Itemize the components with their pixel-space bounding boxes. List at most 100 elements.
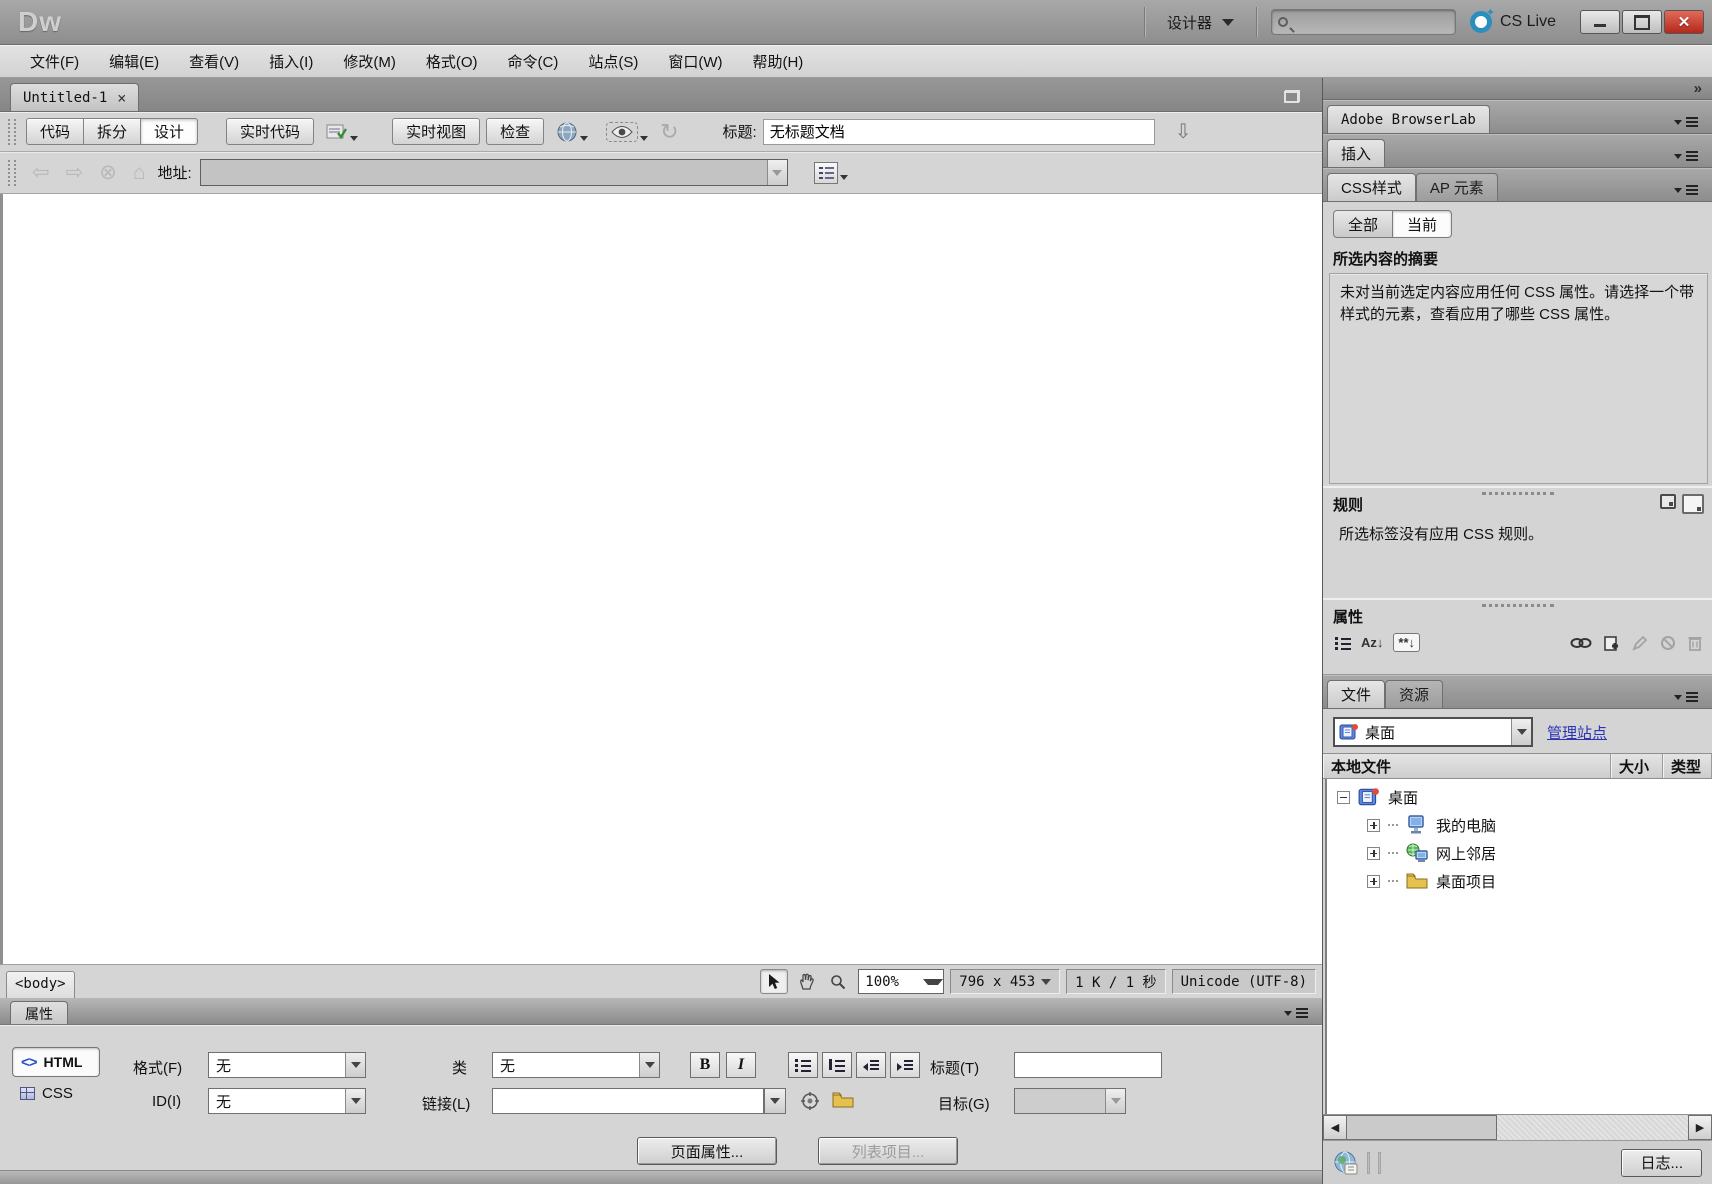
tree-row-desktop-items[interactable]: 桌面项目 — [1327, 867, 1712, 895]
visual-aids-button[interactable] — [600, 118, 654, 145]
point-to-file-icon[interactable] — [800, 1091, 820, 1111]
new-rule-icon[interactable] — [1604, 635, 1620, 651]
close-button[interactable] — [1664, 10, 1704, 34]
unordered-list-button[interactable] — [788, 1052, 818, 1078]
refresh-icon[interactable]: ↻ — [660, 119, 678, 145]
ap-elements-tab[interactable]: AP 元素 — [1415, 173, 1498, 201]
cascade-windows-icon[interactable] — [1284, 90, 1300, 103]
section-drag-handle[interactable] — [1481, 604, 1554, 607]
zoom-dropdown-button[interactable] — [923, 970, 944, 993]
expand-expander-icon[interactable] — [1367, 874, 1380, 888]
address-dropdown-button[interactable] — [766, 160, 787, 185]
panel-menu-icon[interactable] — [1674, 117, 1698, 127]
menu-site[interactable]: 站点(S) — [574, 46, 652, 77]
panel-menu-icon[interactable] — [1674, 151, 1698, 161]
address-input[interactable] — [200, 164, 767, 181]
class-dropdown-button[interactable] — [639, 1053, 659, 1077]
html-mode-button[interactable]: <> HTML — [12, 1047, 100, 1077]
address-combo[interactable] — [199, 159, 788, 186]
collapse-expander-icon[interactable] — [1337, 790, 1350, 804]
bold-button[interactable]: B — [690, 1052, 720, 1078]
format-dropdown-button[interactable] — [345, 1053, 365, 1077]
menu-help[interactable]: 帮助(H) — [738, 46, 817, 77]
select-tool[interactable] — [760, 969, 789, 994]
css-mode-button[interactable]: CSS — [12, 1085, 104, 1102]
files-tab[interactable]: 文件 — [1327, 680, 1386, 708]
show-category-view-icon[interactable] — [1335, 636, 1351, 650]
home-icon[interactable]: ⌂ — [129, 161, 150, 185]
italic-button[interactable]: I — [726, 1052, 756, 1078]
css-all-button[interactable]: 全部 — [1333, 210, 1393, 238]
tree-row-my-computer[interactable]: 我的电脑 — [1327, 811, 1712, 839]
panel-menu-icon[interactable] — [1284, 1008, 1308, 1018]
design-canvas[interactable] — [0, 194, 1322, 964]
search-input[interactable] — [1293, 14, 1434, 30]
live-view-button[interactable]: 实时视图 — [392, 118, 481, 145]
insert-tab[interactable]: 插入 — [1327, 139, 1386, 167]
split-view-button[interactable]: 拆分 — [83, 118, 141, 145]
sort-custom-icon[interactable]: **↓ — [1393, 633, 1421, 652]
resize-grip[interactable] — [1378, 1151, 1381, 1174]
horizontal-scrollbar[interactable]: ◀ ▶ — [1323, 1114, 1712, 1140]
zoom-level-select[interactable]: 100% — [858, 969, 945, 994]
menu-format[interactable]: 格式(O) — [412, 46, 492, 77]
code-view-button[interactable]: 代码 — [26, 118, 84, 145]
inspect-button[interactable]: 检查 — [486, 118, 545, 145]
hand-tool[interactable] — [792, 969, 820, 994]
column-local-files[interactable]: 本地文件 — [1323, 754, 1611, 778]
format-select[interactable]: 无 — [208, 1052, 366, 1078]
css-current-button[interactable]: 当前 — [1392, 210, 1453, 238]
tag-selector-body[interactable]: <body> — [6, 971, 75, 998]
column-type[interactable]: 类型 — [1663, 754, 1712, 778]
site-select[interactable]: 桌面 — [1333, 717, 1533, 747]
toolbar-grip[interactable] — [8, 159, 16, 186]
ordered-list-button[interactable] — [822, 1052, 852, 1078]
show-cascade-icon[interactable] — [1660, 494, 1676, 509]
attach-stylesheet-icon[interactable] — [1570, 637, 1592, 649]
resize-grip[interactable] — [1367, 1151, 1370, 1174]
toolbar-grip[interactable] — [8, 118, 16, 145]
scroll-right-icon[interactable]: ▶ — [1688, 1115, 1712, 1140]
search-box[interactable] — [1270, 9, 1456, 35]
menu-commands[interactable]: 命令(C) — [494, 46, 573, 77]
css-styles-tab[interactable]: CSS样式 — [1327, 173, 1416, 201]
expand-expander-icon[interactable] — [1367, 846, 1380, 860]
collapse-panels-icon[interactable]: » — [1694, 80, 1702, 97]
indent-button[interactable] — [890, 1052, 920, 1078]
outdent-button[interactable] — [856, 1052, 886, 1078]
document-title-input[interactable] — [762, 118, 1155, 145]
minimize-button[interactable] — [1580, 10, 1620, 34]
expand-expander-icon[interactable] — [1367, 818, 1380, 832]
link-input[interactable] — [492, 1088, 764, 1114]
tab-close-icon[interactable]: × — [117, 89, 126, 107]
browserlab-tab[interactable]: Adobe BrowserLab — [1327, 105, 1490, 133]
tree-row-desktop[interactable]: 桌面 — [1327, 783, 1712, 811]
page-properties-button[interactable]: 页面属性... — [637, 1137, 777, 1165]
menu-view[interactable]: 查看(V) — [175, 46, 253, 77]
section-drag-handle[interactable] — [1481, 492, 1554, 495]
sort-az-icon[interactable]: Az↓ — [1361, 635, 1383, 650]
manage-sites-link[interactable]: 管理站点 — [1547, 722, 1607, 743]
browse-folder-icon[interactable] — [832, 1091, 854, 1109]
workspace-switcher[interactable]: 设计器 — [1159, 8, 1242, 37]
class-select[interactable]: 无 — [492, 1052, 660, 1078]
preview-in-browser-button[interactable] — [550, 118, 594, 145]
log-button[interactable]: 日志... — [1621, 1148, 1702, 1177]
render-options-button[interactable] — [813, 161, 848, 184]
id-select[interactable]: 无 — [208, 1088, 366, 1114]
check-page-button[interactable] — [320, 118, 364, 145]
maximize-button[interactable] — [1622, 10, 1662, 34]
panel-menu-icon[interactable] — [1674, 185, 1698, 195]
menu-edit[interactable]: 编辑(E) — [95, 46, 173, 77]
design-view-button[interactable]: 设计 — [140, 118, 199, 145]
menu-insert[interactable]: 插入(I) — [255, 46, 327, 77]
file-management-icon[interactable]: ⇩ — [1175, 119, 1192, 144]
assets-tab[interactable]: 资源 — [1385, 680, 1444, 708]
stop-icon[interactable]: ⊗ — [95, 160, 121, 185]
site-dropdown-button[interactable] — [1511, 719, 1531, 745]
menu-window[interactable]: 窗口(W) — [654, 46, 736, 77]
document-tab[interactable]: Untitled-1 × — [10, 83, 140, 111]
show-info-icon[interactable] — [1682, 494, 1704, 514]
column-size[interactable]: 大小 — [1611, 754, 1663, 778]
tree-row-network[interactable]: 网上邻居 — [1327, 839, 1712, 867]
